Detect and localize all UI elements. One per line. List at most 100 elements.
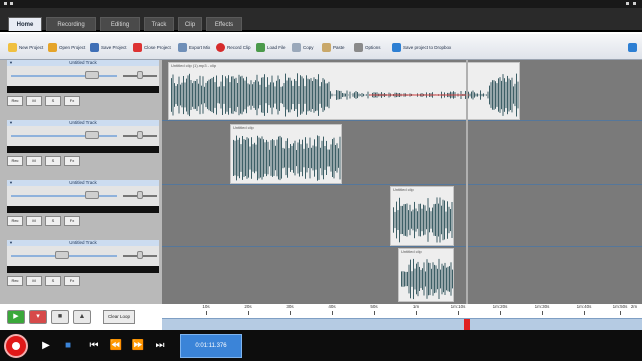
rewind-button[interactable]: ⏪ <box>106 338 126 354</box>
pan-slider-handle[interactable] <box>137 251 143 259</box>
level-meter <box>7 206 159 213</box>
volume-slider-handle[interactable] <box>85 131 99 139</box>
track-button-row: Rec M S Fx <box>7 214 159 228</box>
audio-clip[interactable]: Untitled clip <box>398 248 454 302</box>
record-clip-button[interactable]: Record Clip <box>216 39 251 55</box>
ruler-tick <box>542 311 543 315</box>
ruler-tick <box>500 311 501 315</box>
ruler-tick <box>248 311 249 315</box>
time-ruler[interactable]: 10s 20s 30s 40s 50s 1m 1m:10s 1m:20s 1m:… <box>162 304 642 318</box>
open-project-button[interactable]: Open Project <box>48 39 85 55</box>
play-icon[interactable]: ▶ <box>7 310 25 324</box>
new-project-icon <box>8 42 17 52</box>
ruler-tick-label: 1m <box>412 304 420 309</box>
effects-button[interactable]: Fx <box>64 96 80 106</box>
track-name: Untitled Track <box>69 60 97 65</box>
track-name: Untitled Track <box>69 120 97 125</box>
mute-button[interactable]: M <box>26 276 42 286</box>
volume-slider[interactable] <box>11 75 117 77</box>
effects-button[interactable]: Fx <box>64 216 80 226</box>
ruler-tick-label: 40s <box>328 304 336 309</box>
fast-forward-button[interactable]: ⏩ <box>128 338 148 354</box>
toolbar: New Project Open Project Save Project Cl… <box>0 34 642 60</box>
skip-to-start-button[interactable]: ⏮ <box>84 338 104 354</box>
ruler-tick-label: 1m:30s <box>534 304 550 309</box>
tab-home[interactable]: Home <box>8 17 42 31</box>
ruler-tick-label: 1m:40s <box>576 304 592 309</box>
export-mix-button[interactable]: Export Mix <box>178 39 210 55</box>
waveform <box>233 135 341 181</box>
save-icon <box>90 42 99 52</box>
play-button[interactable]: ▶ <box>36 338 56 354</box>
audio-clip[interactable]: Untitled clip <box>230 124 342 184</box>
volume-slider-handle[interactable] <box>85 71 99 79</box>
mute-button[interactable]: M <box>26 96 42 106</box>
options-button[interactable]: Options <box>354 39 381 55</box>
seek-bar[interactable] <box>162 318 642 331</box>
copy-icon <box>292 42 301 52</box>
tab-clip[interactable]: Clip <box>178 17 202 31</box>
solo-button[interactable]: S <box>45 156 61 166</box>
pan-slider-handle[interactable] <box>137 191 143 199</box>
track-button-row: Rec M S Fx <box>7 94 159 108</box>
ruler-tick <box>584 311 585 315</box>
skip-to-end-button[interactable]: ⏭ <box>150 338 170 354</box>
record-button[interactable] <box>4 334 28 358</box>
record-arm-button[interactable]: Rec <box>7 96 23 106</box>
waveform <box>401 258 453 300</box>
playhead[interactable] <box>466 60 468 304</box>
load-file-button[interactable]: Load File <box>256 39 286 55</box>
solo-button[interactable]: S <box>45 276 61 286</box>
paste-button[interactable]: Paste <box>322 39 345 55</box>
window-control-icon[interactable] <box>633 2 636 5</box>
window-menu-icon[interactable] <box>4 2 7 5</box>
tab-track[interactable]: Track <box>144 17 174 31</box>
save-project-button[interactable]: Save Project <box>90 39 127 55</box>
ruler-tick <box>458 311 459 315</box>
record-arm-button[interactable]: Rec <box>7 216 23 226</box>
track-mixer <box>7 186 159 206</box>
solo-button[interactable]: S <box>45 96 61 106</box>
volume-slider[interactable] <box>11 195 117 197</box>
volume-slider-handle[interactable] <box>55 251 69 259</box>
bottom-transport-bar: ▶ ■ ⏮ ⏪ ⏩ ⏭ 0:01:11.376 <box>0 330 642 361</box>
effects-button[interactable]: Fx <box>64 156 80 166</box>
loop-icon[interactable]: ▾ <box>29 310 47 324</box>
copy-button[interactable]: Copy <box>292 39 314 55</box>
mute-button[interactable]: M <box>26 156 42 166</box>
save-to-dropbox-button[interactable]: Save project to Dropbox <box>392 39 451 55</box>
level-meter <box>7 146 159 153</box>
mute-button[interactable]: M <box>26 216 42 226</box>
track-button-row: Rec M S Fx <box>7 154 159 168</box>
track-control-panel: ▼ Untitled Track Rec M S Fx ▼ Untitled T… <box>0 60 162 304</box>
window-control-icon[interactable] <box>626 2 629 5</box>
pan-slider-handle[interactable] <box>137 71 143 79</box>
new-project-button[interactable]: New Project <box>8 39 43 55</box>
waveform <box>171 73 519 117</box>
tab-editing[interactable]: Editing <box>100 17 140 31</box>
pan-slider-handle[interactable] <box>137 131 143 139</box>
eject-icon[interactable]: ▲ <box>73 310 91 324</box>
effects-button[interactable]: Fx <box>64 276 80 286</box>
tab-recording[interactable]: Recording <box>46 17 96 31</box>
window-menu-icon[interactable] <box>10 2 13 5</box>
stop-icon[interactable]: ■ <box>51 310 69 324</box>
tab-effects[interactable]: Effects <box>206 17 242 31</box>
close-project-button[interactable]: Close Project <box>133 39 171 55</box>
panel-transport: ▶ ▾ ■ ▲ Clear Loop <box>7 308 159 326</box>
volume-slider-handle[interactable] <box>85 191 99 199</box>
timeline-area[interactable]: Untitled clip (1).mp3 - clip Untitled cl… <box>162 60 642 304</box>
record-arm-button[interactable]: Rec <box>7 156 23 166</box>
clear-loop-button[interactable]: Clear Loop <box>103 310 135 324</box>
ruler-tick <box>290 311 291 315</box>
toolbar-overflow-button[interactable] <box>628 39 639 55</box>
track-mixer <box>7 126 159 146</box>
record-arm-button[interactable]: Rec <box>7 276 23 286</box>
volume-slider[interactable] <box>11 135 117 137</box>
track-name: Untitled Track <box>69 240 97 245</box>
audio-clip[interactable]: Untitled clip <box>390 186 454 246</box>
ruler-tick-label: 30s <box>286 304 294 309</box>
solo-button[interactable]: S <box>45 216 61 226</box>
stop-button[interactable]: ■ <box>58 338 78 354</box>
track-controls: ▼ Untitled Track Rec M S Fx <box>7 180 159 228</box>
